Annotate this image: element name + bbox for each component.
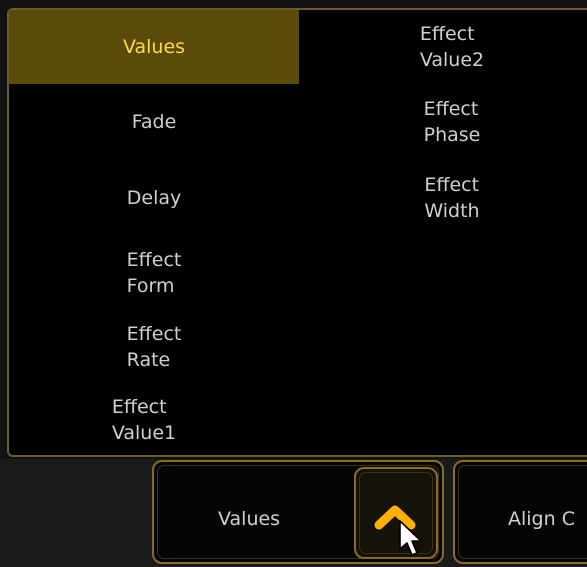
layer-item-effect-rate[interactable]: Effect Rate — [9, 310, 299, 384]
layer-item-label: Effect Value1 — [111, 396, 177, 444]
bottom-toolbar: Values Align C — [0, 459, 587, 567]
layer-item-effect-value2[interactable]: Effect Value2 — [307, 10, 587, 84]
layer-item-effect-width[interactable]: Effect Width — [307, 160, 587, 236]
values-button[interactable]: Values — [152, 460, 444, 564]
layer-item-delay[interactable]: Delay — [9, 160, 299, 236]
layer-item-effect-phase[interactable]: Effect Phase — [307, 84, 587, 160]
layer-item-values[interactable]: Values — [9, 10, 299, 84]
layer-item-label: Effect Phase — [423, 98, 481, 146]
layer-item-label: Delay — [126, 187, 182, 209]
values-button-label: Values — [218, 508, 281, 530]
layer-item-fade[interactable]: Fade — [9, 84, 299, 160]
layer-item-label: Effect Rate — [126, 323, 182, 371]
scroll-up-button[interactable] — [354, 467, 438, 559]
layer-item-label: Values — [122, 36, 186, 58]
screen: Values Fade Delay Effect Form Effect Rat… — [0, 0, 587, 567]
layer-item-effect-form[interactable]: Effect Form — [9, 236, 299, 310]
mouse-cursor-icon — [399, 520, 422, 556]
layer-item-label: Effect Form — [126, 249, 182, 297]
layer-item-label: Effect Width — [424, 174, 480, 222]
layer-item-label: Fade — [131, 111, 177, 133]
align-button-label: Align C — [508, 508, 575, 530]
layer-list-panel: Values Fade Delay Effect Form Effect Rat… — [7, 8, 587, 457]
align-button[interactable]: Align C — [453, 460, 587, 564]
layer-item-effect-value1[interactable]: Effect Value1 — [0, 384, 289, 456]
layer-item-label: Effect Value2 — [419, 23, 485, 71]
